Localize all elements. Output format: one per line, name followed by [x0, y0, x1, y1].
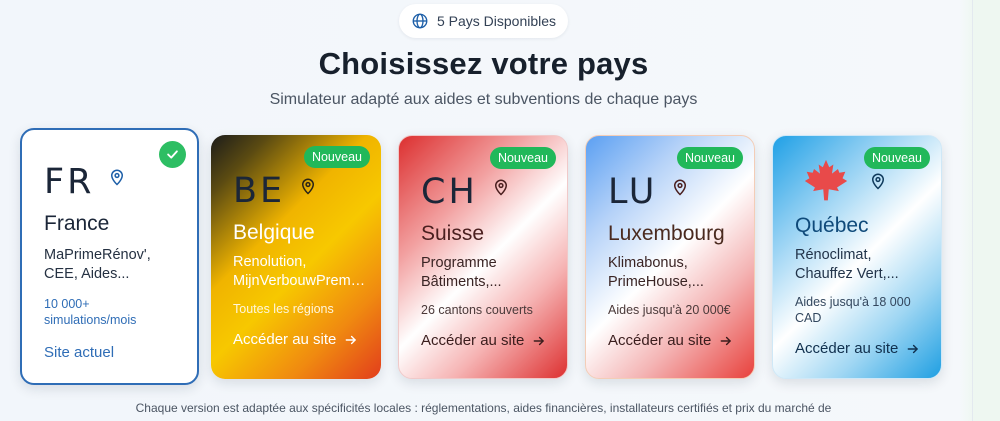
new-badge: Nouveau	[489, 147, 556, 169]
desc-line: PrimeHouse,...	[608, 274, 704, 290]
stat-line: Aides jusqu'à 20 000€	[608, 303, 731, 317]
globe-icon	[412, 13, 428, 29]
country-code: CH	[421, 172, 478, 212]
desc-line: MaPrimeRénov',	[44, 247, 151, 263]
desc-line: Programme	[421, 255, 497, 271]
visit-site-link[interactable]: Accéder au site	[421, 332, 546, 349]
selected-check-badge	[159, 141, 186, 168]
country-code: BE	[233, 171, 286, 211]
footer-note: Chaque version est adaptée aux spécifici…	[135, 401, 832, 415]
stat-line: 26 cantons couverts	[421, 303, 533, 317]
new-badge: Nouveau	[863, 147, 930, 169]
country-aids-description: Rénoclimat, Chauffez Vert,...	[795, 246, 929, 284]
new-badge: Nouveau	[303, 146, 370, 168]
country-stat: Toutes les régions	[233, 301, 363, 317]
current-site-link[interactable]: Site actuel	[44, 344, 114, 361]
country-code: FR	[44, 162, 95, 202]
maple-leaf-icon	[804, 159, 848, 201]
country-aids-description: MaPrimeRénov', CEE, Aides...	[44, 246, 178, 284]
country-stat: Aides jusqu'à 20 000€	[608, 302, 738, 318]
arrow-right-icon	[908, 344, 919, 353]
link-label: Site actuel	[44, 344, 115, 361]
visit-site-link[interactable]: Accéder au site	[608, 332, 733, 349]
desc-line: MijnVerbouwPremie...	[233, 273, 367, 289]
stat-line: Aides jusqu'à 18 000	[795, 295, 911, 309]
arrow-right-icon	[534, 336, 545, 345]
desc-line: Klimabonus,	[608, 255, 688, 271]
desc-line: Rénoclimat,	[795, 247, 872, 263]
location-pin-icon	[494, 179, 507, 196]
location-pin-icon	[871, 173, 885, 190]
country-card-france[interactable]: FR France MaPrimeRénov', CEE, Aides... 1…	[20, 128, 199, 385]
country-name: France	[44, 212, 110, 235]
link-label: Accéder au site	[421, 332, 525, 349]
badge-label: 5 Pays Disponibles	[436, 13, 557, 29]
link-label: Accéder au site	[795, 340, 899, 357]
country-stat: 10 000+ simulations/mois	[44, 296, 174, 328]
link-label: Accéder au site	[233, 331, 337, 348]
country-stat: Aides jusqu'à 18 000 CAD	[795, 294, 925, 326]
right-edge-divider	[972, 0, 973, 421]
country-stat: 26 cantons couverts	[421, 302, 551, 318]
country-name: Québec	[795, 214, 869, 237]
location-pin-icon	[302, 178, 315, 195]
arrow-right-icon	[721, 336, 732, 345]
link-label: Accéder au site	[608, 332, 712, 349]
country-card-quebec[interactable]: Nouveau Québec Rénoclimat, Chauffez Vert…	[772, 135, 942, 379]
country-card-belgique[interactable]: Nouveau BE Belgique Renolution, MijnVerb…	[211, 135, 381, 379]
country-card-suisse[interactable]: Nouveau CH Suisse Programme Bâtiments,..…	[398, 135, 568, 379]
country-aids-description: Renolution, MijnVerbouwPremie...	[233, 253, 367, 291]
desc-line: Chauffez Vert,...	[795, 266, 899, 282]
page-title: Choisissez votre pays	[318, 46, 649, 81]
countries-available-badge: 5 Pays Disponibles	[399, 4, 568, 38]
stat-line: simulations/mois	[44, 313, 137, 327]
country-aids-description: Klimabonus, PrimeHouse,...	[608, 254, 742, 292]
country-code: LU	[608, 172, 658, 212]
country-name: Luxembourg	[608, 222, 725, 245]
new-badge: Nouveau	[676, 147, 743, 169]
stat-line: Toutes les régions	[233, 302, 334, 316]
country-card-luxembourg[interactable]: Nouveau LU Luxembourg Klimabonus, PrimeH…	[585, 135, 755, 379]
desc-line: Renolution,	[233, 254, 307, 270]
visit-site-link[interactable]: Accéder au site	[795, 340, 920, 357]
country-aids-description: Programme Bâtiments,...	[421, 254, 555, 292]
visit-site-link[interactable]: Accéder au site	[233, 331, 358, 348]
location-pin-icon	[674, 179, 687, 196]
country-name: Suisse	[421, 222, 485, 245]
location-pin-icon	[111, 169, 124, 186]
check-icon	[167, 150, 178, 159]
stat-line: CAD	[795, 311, 822, 325]
desc-line: Bâtiments,...	[421, 274, 502, 290]
country-name: Belgique	[233, 221, 315, 244]
stat-line: 10 000+	[44, 297, 90, 311]
page-subtitle: Simulateur adapté aux aides et subventio…	[269, 91, 698, 108]
arrow-right-icon	[346, 335, 357, 344]
desc-line: CEE, Aides...	[44, 266, 130, 282]
